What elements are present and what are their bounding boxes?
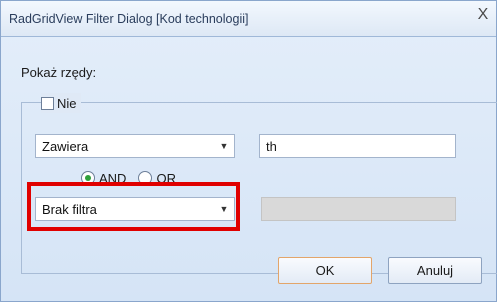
filter1-value-text: th xyxy=(266,139,277,154)
filter2-value-input xyxy=(261,197,456,221)
filter1-value-input[interactable]: th xyxy=(259,134,456,158)
show-rows-label: Pokaż rzędy: xyxy=(21,65,97,80)
ok-button[interactable]: OK xyxy=(278,257,372,284)
highlight-box xyxy=(27,182,240,231)
close-icon[interactable]: X xyxy=(471,3,495,27)
title-bar: RadGridView Filter Dialog [Kod technolog… xyxy=(1,1,496,37)
checkbox-icon[interactable] xyxy=(41,96,54,110)
filter-dialog: RadGridView Filter Dialog [Kod technolog… xyxy=(0,0,497,302)
filter1-operator-dropdown[interactable]: Zawiera ▼ xyxy=(35,134,235,158)
chevron-down-icon[interactable]: ▼ xyxy=(214,135,234,157)
not-checkbox[interactable]: Nie xyxy=(41,93,81,113)
filter1-operator-value: Zawiera xyxy=(42,139,89,154)
not-checkbox-label: Nie xyxy=(57,95,77,111)
window-title: RadGridView Filter Dialog [Kod technolog… xyxy=(9,12,249,26)
cancel-button[interactable]: Anuluj xyxy=(388,257,482,284)
